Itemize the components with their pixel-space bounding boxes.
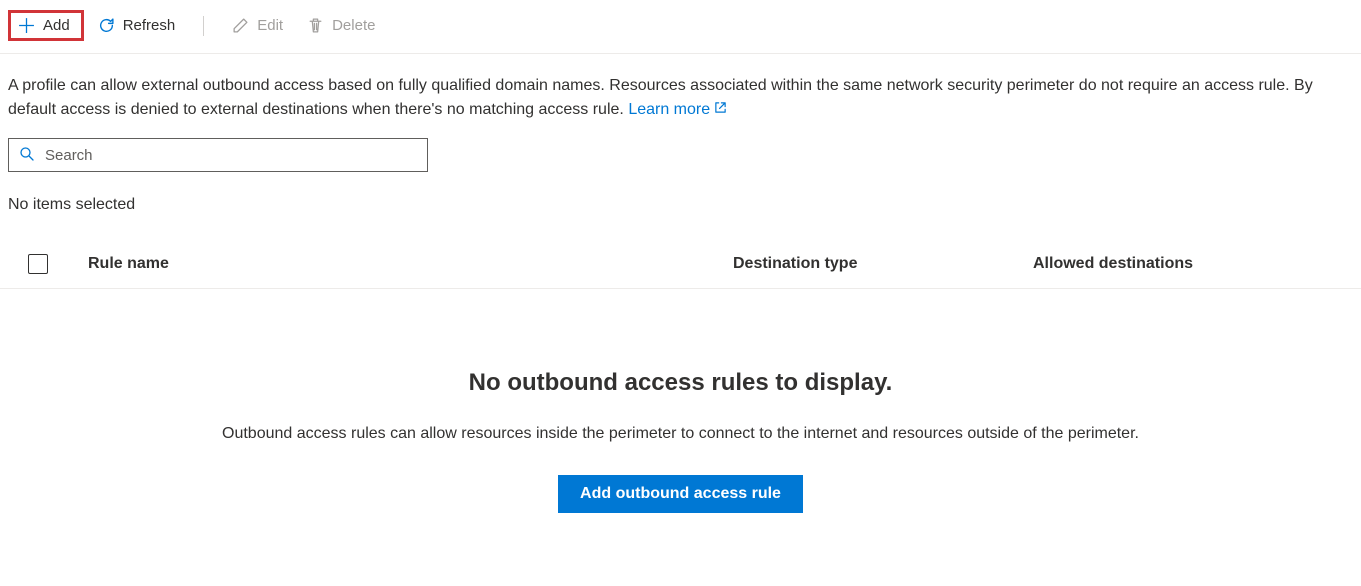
search-icon — [19, 146, 35, 165]
add-button[interactable]: Add — [8, 10, 84, 41]
delete-button-label: Delete — [332, 17, 375, 34]
plus-icon — [18, 17, 35, 34]
empty-state: No outbound access rules to display. Out… — [0, 289, 1361, 553]
delete-icon — [307, 17, 324, 34]
external-link-icon — [714, 98, 727, 122]
empty-state-description: Outbound access rules can allow resource… — [20, 425, 1341, 443]
toolbar-separator — [203, 16, 204, 36]
search-container — [0, 122, 1361, 172]
select-all-column — [8, 254, 68, 274]
refresh-button-label: Refresh — [123, 17, 176, 34]
learn-more-link[interactable]: Learn more — [628, 98, 727, 122]
empty-state-title: No outbound access rules to display. — [20, 369, 1341, 397]
page-description: A profile can allow external outbound ac… — [0, 54, 1361, 122]
edit-button-label: Edit — [257, 17, 283, 34]
column-destination-type[interactable]: Destination type — [733, 255, 1033, 273]
table-header: Rule name Destination type Allowed desti… — [0, 214, 1361, 289]
column-rule-name[interactable]: Rule name — [68, 255, 733, 273]
refresh-button[interactable]: Refresh — [88, 11, 186, 40]
learn-more-label: Learn more — [628, 98, 710, 122]
edit-icon — [232, 17, 249, 34]
select-all-checkbox[interactable] — [28, 254, 48, 274]
add-outbound-rule-button[interactable]: Add outbound access rule — [558, 475, 803, 513]
column-allowed-destinations[interactable]: Allowed destinations — [1033, 255, 1353, 273]
search-input[interactable] — [45, 147, 417, 164]
add-button-label: Add — [43, 17, 70, 34]
delete-button[interactable]: Delete — [297, 11, 385, 40]
search-box[interactable] — [8, 138, 428, 172]
refresh-icon — [98, 17, 115, 34]
selection-status: No items selected — [0, 172, 1361, 214]
edit-button[interactable]: Edit — [222, 11, 293, 40]
toolbar: Add Refresh Edit Delete — [0, 0, 1361, 54]
